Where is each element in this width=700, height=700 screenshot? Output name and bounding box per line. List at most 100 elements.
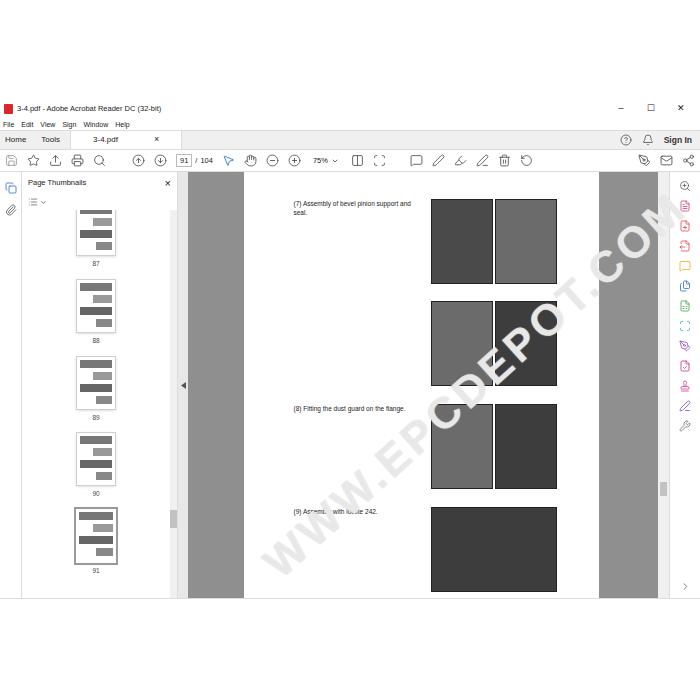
- help-icon[interactable]: [620, 134, 632, 146]
- screen: 3-4.pdf - Adobe Acrobat Reader DC (32-bi…: [0, 0, 700, 700]
- tool-icon[interactable]: [679, 420, 691, 432]
- tab-bar: HomeTools3-4.pdf× Sign In: [0, 130, 700, 150]
- upload-icon[interactable]: [49, 154, 62, 167]
- page-thumbnail[interactable]: 88: [76, 279, 116, 346]
- watermark: WWW.EPCDEPOT.COM: [0, 172, 700, 598]
- photo: [431, 199, 493, 284]
- tool-icon[interactable]: [679, 300, 691, 312]
- sign-icon[interactable]: [476, 154, 489, 167]
- photo: [431, 301, 493, 386]
- page-layout-icon[interactable]: [351, 154, 364, 167]
- page-total: 104: [200, 155, 213, 166]
- dropdown-icon[interactable]: [331, 157, 339, 165]
- rotate-icon[interactable]: [520, 154, 533, 167]
- pen-icon[interactable]: [432, 154, 445, 167]
- pointer-icon[interactable]: [222, 154, 235, 167]
- thumbnails-scrollbar[interactable]: [170, 210, 177, 598]
- fill-sign-icon[interactable]: [638, 154, 651, 167]
- menu-item[interactable]: Window: [83, 121, 108, 128]
- bell-icon[interactable]: [642, 134, 654, 146]
- photo: [495, 404, 557, 489]
- print-icon[interactable]: [71, 154, 84, 167]
- left-nav: [0, 172, 22, 598]
- menu-item[interactable]: View: [40, 121, 55, 128]
- step-caption: (8) Fitting the dust guard on the flange…: [294, 404, 418, 489]
- next-page-icon[interactable]: [154, 154, 167, 167]
- tab[interactable]: 3-4.pdf×: [70, 131, 182, 149]
- tool-icon[interactable]: [679, 240, 691, 252]
- tool-icon[interactable]: [679, 280, 691, 292]
- menu-item[interactable]: File: [3, 121, 14, 128]
- save-icon[interactable]: [5, 154, 18, 167]
- pdf-page: (7) Assembly of bevel pinion support and…: [244, 172, 599, 598]
- vertical-scrollbar[interactable]: [658, 172, 670, 598]
- tab[interactable]: Home: [0, 131, 36, 149]
- step: (9) Assembly with loctite 242.: [244, 507, 599, 592]
- tool-icon[interactable]: [679, 260, 691, 272]
- tool-icon[interactable]: [679, 220, 691, 232]
- window-control[interactable]: –: [606, 102, 636, 116]
- page-thumbnail[interactable]: 91: [76, 509, 116, 576]
- mail-icon[interactable]: [660, 154, 673, 167]
- window-control[interactable]: ☐: [636, 102, 666, 116]
- main-area: Page Thumbnails × 87 88 89 90 91 (7) Assembly o…: [0, 172, 700, 598]
- window-title: 3-4.pdf - Adobe Acrobat Reader DC (32-bi…: [17, 103, 161, 114]
- menu-item[interactable]: Help: [115, 121, 129, 128]
- pages-icon[interactable]: [5, 182, 17, 194]
- sign-in[interactable]: Sign In: [664, 134, 692, 147]
- tool-icon[interactable]: [679, 320, 691, 332]
- photo: [495, 301, 557, 386]
- share-icon[interactable]: [682, 154, 695, 167]
- highlight-icon[interactable]: [454, 154, 467, 167]
- options-icon[interactable]: [28, 197, 38, 207]
- thumbnails-panel: Page Thumbnails × 87 88 89 90 91: [22, 172, 178, 598]
- page-thumbnail[interactable]: 90: [76, 432, 116, 499]
- zoom-out-icon[interactable]: [266, 154, 279, 167]
- comment-icon[interactable]: [410, 154, 423, 167]
- page-thumbnail[interactable]: 89: [76, 356, 116, 423]
- hand-icon[interactable]: [244, 154, 257, 167]
- collapse-left-icon[interactable]: [181, 382, 186, 389]
- tool-icon[interactable]: [679, 380, 691, 392]
- delete-icon[interactable]: [498, 154, 511, 167]
- expand-icon[interactable]: [680, 581, 691, 592]
- window-control[interactable]: ✕: [666, 102, 696, 116]
- step: (7) Assembly of bevel pinion support and…: [244, 199, 599, 386]
- tool-icon[interactable]: [679, 360, 691, 372]
- options-dropdown-icon[interactable]: [40, 199, 47, 206]
- menu-bar: File Edit View Sign Window Help: [0, 118, 700, 130]
- title-bar: 3-4.pdf - Adobe Acrobat Reader DC (32-bi…: [0, 100, 700, 118]
- menu-item[interactable]: Sign: [62, 121, 76, 128]
- pdf-app-icon: [4, 104, 13, 114]
- attachment-icon[interactable]: [5, 204, 17, 216]
- step: (8) Fitting the dust guard on the flange…: [244, 404, 599, 489]
- photo: [431, 507, 557, 592]
- tool-icon[interactable]: [679, 200, 691, 212]
- tab[interactable]: Tools: [36, 131, 70, 149]
- step-caption: (9) Assembly with loctite 242.: [294, 507, 418, 592]
- scroll-mode-icon[interactable]: [373, 154, 386, 167]
- tool-icon[interactable]: [679, 340, 691, 352]
- tools-pane: [670, 172, 700, 598]
- previous-page-icon[interactable]: [132, 154, 145, 167]
- page-thumbnail[interactable]: 87: [76, 210, 116, 269]
- tool-icon[interactable]: [679, 400, 691, 412]
- menu-item[interactable]: Edit: [21, 121, 33, 128]
- zoom-in-icon[interactable]: [288, 154, 301, 167]
- page-separator: /: [195, 155, 197, 166]
- photo: [431, 404, 493, 489]
- tab-close[interactable]: ×: [154, 133, 159, 147]
- step-caption: (7) Assembly of bevel pinion support and…: [294, 199, 418, 386]
- page-field[interactable]: 91: [176, 154, 192, 167]
- tool-icon[interactable]: [679, 180, 691, 192]
- panel-title: Page Thumbnails: [28, 177, 86, 188]
- panel-close[interactable]: ×: [165, 175, 171, 192]
- panel-collapse[interactable]: [178, 172, 188, 598]
- zoom-field[interactable]: 75%: [310, 155, 342, 166]
- toolbar: 91/104 75%: [0, 150, 700, 172]
- photo: [495, 199, 557, 284]
- star-icon[interactable]: [27, 154, 40, 167]
- search-icon[interactable]: [93, 154, 106, 167]
- bottom-margin: [0, 598, 700, 700]
